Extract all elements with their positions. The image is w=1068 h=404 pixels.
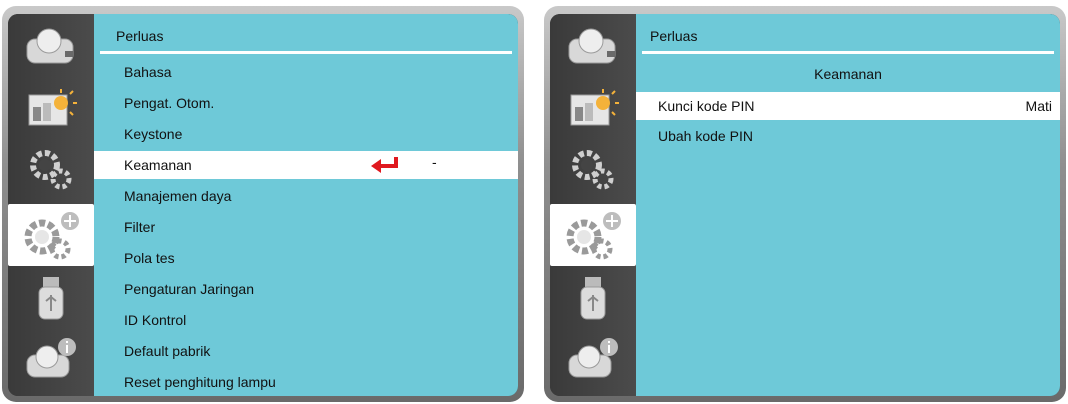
menu-item-label: ID Kontrol: [124, 312, 187, 328]
menu-item-value: Mati: [1025, 98, 1052, 114]
picture-brightness-icon: [570, 89, 619, 126]
camera-icon: [568, 28, 616, 64]
sidebar-tab-usb[interactable]: [12, 272, 90, 326]
sidebar-tab-picture[interactable]: [12, 80, 90, 134]
menu-item-label: Kunci kode PIN: [658, 98, 755, 114]
sidebar-tab-info[interactable]: [554, 332, 632, 386]
menu-panel-left: Perluas Bahasa Pengat. Otom. Keystone Ke…: [2, 6, 524, 402]
menu-frame: Perluas Keamanan Kunci kode PIN Mati Uba…: [550, 14, 1060, 396]
camera-icon: [26, 28, 74, 64]
menu-panel-right: Perluas Keamanan Kunci kode PIN Mati Uba…: [544, 6, 1066, 402]
sidebar-tab-display[interactable]: [12, 20, 90, 74]
sidebar-tab-expand[interactable]: [550, 204, 636, 266]
menu-item-manajemen-daya[interactable]: Manajemen daya: [94, 182, 518, 210]
gear-icon: [30, 150, 72, 190]
menu-item-label: Ubah kode PIN: [658, 128, 753, 144]
title-divider: [642, 51, 1054, 54]
menu-content: Perluas Keamanan Kunci kode PIN Mati Uba…: [636, 14, 1060, 396]
gear-icon: [572, 150, 614, 190]
menu-title: Perluas: [116, 28, 164, 44]
menu-item-label: Manajemen daya: [124, 188, 232, 204]
menu-item-label: Pola tes: [124, 250, 175, 266]
sidebar-tab-picture[interactable]: [554, 80, 632, 134]
menu-item-bahasa[interactable]: Bahasa: [94, 58, 518, 86]
menu-item-label: Keystone: [124, 126, 183, 142]
menu-item-pengat-otom[interactable]: Pengat. Otom.: [94, 89, 518, 117]
menu-item-label: Reset penghitung lampu: [124, 374, 276, 390]
menu-item-reset-penghitung-lampu[interactable]: Reset penghitung lampu: [94, 368, 518, 396]
usb-icon: [38, 277, 64, 320]
sidebar: [550, 14, 636, 396]
menu-title: Perluas: [650, 28, 698, 44]
menu-item-label: Pengat. Otom.: [124, 95, 215, 111]
enter-arrow-icon: [371, 157, 398, 173]
picture-brightness-icon: [28, 89, 77, 126]
sidebar-tab-setup[interactable]: [554, 142, 632, 196]
menu-item-keamanan[interactable]: Keamanan -: [94, 151, 518, 179]
submenu-heading: Keamanan: [814, 66, 882, 82]
menu-item-id-kontrol[interactable]: ID Kontrol: [94, 306, 518, 334]
usb-icon: [580, 277, 606, 320]
menu-item-keystone[interactable]: Keystone: [94, 120, 518, 148]
gear-plus-icon: [24, 212, 79, 260]
menu-item-label: Bahasa: [124, 64, 172, 80]
menu-item-label: Keamanan: [124, 157, 192, 173]
info-camera-icon: [568, 338, 618, 378]
sidebar-tab-usb[interactable]: [554, 272, 632, 326]
menu-item-default-pabrik[interactable]: Default pabrik: [94, 337, 518, 365]
menu-item-ubah-kode-pin[interactable]: Ubah kode PIN: [636, 122, 1060, 150]
menu-item-pengaturan-jaringan[interactable]: Pengaturan Jaringan: [94, 275, 518, 303]
menu-content: Perluas Bahasa Pengat. Otom. Keystone Ke…: [94, 14, 518, 396]
menu-item-label: Pengaturan Jaringan: [124, 281, 254, 297]
menu-item-label: Filter: [124, 219, 156, 235]
gear-plus-icon: [566, 212, 621, 260]
sidebar-tab-setup[interactable]: [12, 142, 90, 196]
menu-item-filter[interactable]: Filter: [94, 213, 518, 241]
sidebar: [8, 14, 94, 396]
menu-item-pola-tes[interactable]: Pola tes: [94, 244, 518, 272]
title-divider: [100, 51, 512, 54]
menu-item-label: Default pabrik: [124, 343, 211, 359]
sidebar-tab-display[interactable]: [554, 20, 632, 74]
menu-item-value: -: [432, 154, 437, 170]
sidebar-tab-info[interactable]: [12, 332, 90, 386]
menu-frame: Perluas Bahasa Pengat. Otom. Keystone Ke…: [8, 14, 518, 396]
menu-item-kunci-kode-pin[interactable]: Kunci kode PIN Mati: [636, 92, 1060, 120]
info-camera-icon: [26, 338, 76, 378]
sidebar-tab-expand[interactable]: [8, 204, 94, 266]
